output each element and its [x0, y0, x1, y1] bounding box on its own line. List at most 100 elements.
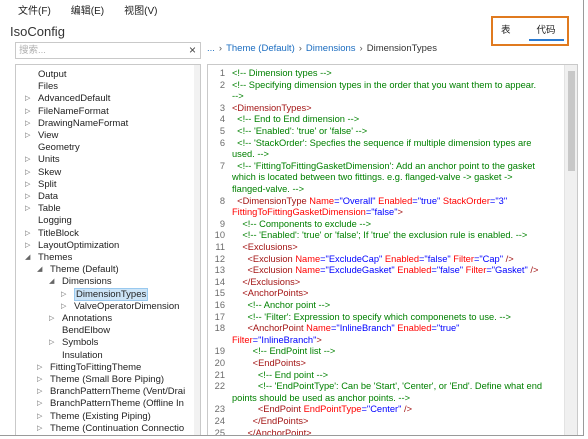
collapsed-caret-icon[interactable]: ▷ [37, 423, 42, 434]
tree-item[interactable]: Files [38, 81, 58, 92]
line-number: 22 [214, 381, 225, 392]
tree-item-label: Data [38, 191, 59, 202]
tree-item[interactable]: BendElbow [62, 325, 110, 336]
tree-item[interactable]: Geometry [38, 142, 80, 153]
tree-item-label: View [38, 130, 59, 141]
tree-item[interactable]: ▷ Symbols [49, 337, 98, 348]
tree-item[interactable]: ▷ FileNameFormat [25, 106, 109, 117]
tree-item[interactable]: ▷ AdvancedDefault [25, 93, 110, 104]
tree-item[interactable]: ▷ Units [25, 154, 60, 165]
collapsed-caret-icon[interactable]: ▷ [37, 374, 42, 385]
tree-item[interactable]: ▷ View [25, 130, 59, 141]
tree-item[interactable]: ▷ Table [25, 203, 61, 214]
tree-scrollbar[interactable] [194, 65, 200, 435]
search-input[interactable] [16, 43, 176, 58]
tree-item[interactable]: ▷ Theme (Existing Piping) [37, 410, 151, 422]
tree-item[interactable]: ▷ BranchPatternTheme (Offline In [37, 398, 184, 410]
tree-item-label: Dimensions [62, 276, 112, 288]
tree-item[interactable]: ▷ DimensionTypes [61, 287, 149, 301]
tree-item-label: Theme (Small Bore Piping) [50, 374, 165, 385]
collapsed-caret-icon[interactable]: ▷ [25, 106, 30, 117]
code-token: <!-- 'StackOrder': Specfies the sequence… [232, 137, 532, 148]
collapsed-caret-icon[interactable]: ▷ [25, 93, 30, 104]
tree-item[interactable]: ▷ Theme (Continuation Connectio [37, 423, 184, 434]
collapsed-caret-icon[interactable]: ▷ [25, 203, 30, 214]
expanded-caret-icon[interactable]: ◢ [37, 264, 42, 275]
collapsed-caret-icon[interactable]: ▷ [37, 362, 42, 373]
tree-item[interactable]: ▷ Skew [25, 167, 61, 178]
collapsed-caret-icon[interactable]: ▷ [37, 411, 42, 422]
close-icon[interactable]: × [189, 43, 196, 58]
collapsed-caret-icon[interactable]: ▷ [25, 228, 30, 239]
expanded-caret-icon[interactable]: ◢ [25, 252, 30, 263]
code-token: <!-- 'Filter': Expression to specify whi… [232, 311, 511, 322]
tree-item[interactable]: ◢ Themes [25, 252, 73, 263]
tree-item[interactable]: ▷ LayoutOptimization [25, 240, 119, 251]
code-line: 5 <!-- 'Enabled': 'true' or 'false' --> [208, 126, 562, 137]
tree-item[interactable]: ◢ Dimensions [49, 276, 112, 288]
tree-item[interactable]: Logging [38, 215, 72, 226]
menu-edit[interactable]: 编辑(E) [71, 2, 104, 17]
menu-file[interactable]: 文件(F) [18, 2, 51, 17]
tree-item[interactable]: Insulation [62, 350, 103, 361]
code-text: <AnchorPoints> [232, 288, 308, 299]
tree-item[interactable]: ▷ TitleBlock [25, 228, 79, 239]
code-token: </EndPoints> [232, 416, 309, 426]
line-number: 5 [219, 126, 225, 136]
tree-item[interactable]: ▷ Annotations [49, 313, 113, 324]
code-text: used. --> [232, 149, 269, 160]
menu-view[interactable]: 视图(V) [124, 2, 157, 17]
line-number: 11 [215, 242, 225, 252]
code-text: <!-- Specifying dimension types in the o… [232, 80, 536, 91]
code-token: used. --> [232, 149, 269, 160]
breadcrumb-dimensions[interactable]: Dimensions [306, 43, 356, 54]
code-text: </EndPoints> [232, 416, 309, 427]
tree-item-label: BranchPatternTheme (Offline In [50, 398, 184, 410]
breadcrumb-ellipsis[interactable]: ... [207, 43, 215, 54]
config-tree: Output Files ▷ AdvancedDefault ▷ FileNameForm… [15, 64, 201, 435]
collapsed-caret-icon[interactable]: ▷ [61, 301, 66, 312]
collapsed-caret-icon[interactable]: ▷ [25, 191, 30, 202]
code-text: <AnchorPoint Name="InlineBranch" Enabled… [232, 323, 459, 334]
tree-item[interactable]: ▷ BranchPatternTheme (Vent/Drai [37, 386, 185, 397]
tree-item[interactable]: ▷ FittingToFittingTheme [37, 362, 141, 373]
tree-item[interactable]: ▷ Theme (Small Bore Piping) [37, 374, 165, 385]
line-number: 24 [214, 416, 225, 426]
expanded-caret-icon[interactable]: ◢ [49, 276, 54, 287]
tree-item-label: BendElbow [62, 325, 111, 337]
collapsed-caret-icon[interactable]: ▷ [25, 130, 30, 141]
line-number: 18 [214, 323, 225, 334]
tree-item-label: Themes [38, 252, 73, 263]
tree-item[interactable]: ▷ DrawingNameFormat [25, 118, 128, 129]
collapsed-caret-icon[interactable]: ▷ [61, 289, 66, 300]
code-line: 4 <!-- End to End dimension --> [208, 114, 562, 125]
collapsed-caret-icon[interactable]: ▷ [37, 386, 42, 397]
collapsed-caret-icon[interactable]: ▷ [25, 240, 30, 251]
tree-item-label: Theme (Existing Piping) [50, 410, 151, 422]
tree-item[interactable]: ▷ Data [25, 191, 59, 202]
code-scroll-thumb[interactable] [568, 71, 575, 171]
tree-item-label: Output [38, 69, 67, 80]
collapsed-caret-icon[interactable]: ▷ [25, 167, 30, 178]
tree-item-label: Annotations [62, 313, 113, 324]
collapsed-caret-icon[interactable]: ▷ [25, 179, 30, 190]
code-token: ="false" [431, 265, 466, 276]
tab-table[interactable]: 表 [493, 22, 519, 36]
collapsed-caret-icon[interactable]: ▷ [49, 337, 54, 348]
line-number: 17 [214, 311, 225, 322]
code-text: <!-- EndPoint list --> [232, 346, 336, 357]
collapsed-caret-icon[interactable]: ▷ [49, 313, 54, 324]
collapsed-caret-icon[interactable]: ▷ [37, 398, 42, 409]
code-token: <DimensionType [232, 195, 310, 206]
collapsed-caret-icon[interactable]: ▷ [25, 118, 30, 129]
tree-item[interactable]: ▷ ValveOperatorDimension [61, 301, 179, 312]
tree-item[interactable]: Output [38, 69, 67, 80]
tree-item[interactable]: ◢ Theme (Default) [37, 264, 119, 275]
code-token: > [397, 207, 403, 218]
collapsed-caret-icon[interactable]: ▷ [25, 154, 30, 165]
tree-item[interactable]: ▷ Split [25, 179, 56, 190]
breadcrumb-theme-default[interactable]: Theme (Default) [226, 43, 295, 54]
code-editor[interactable]: 1 <!-- Dimension types --> 2 <!-- Specifyin… [207, 64, 578, 435]
tab-code[interactable]: 代码 [528, 22, 564, 41]
code-scrollbar[interactable] [564, 65, 577, 435]
